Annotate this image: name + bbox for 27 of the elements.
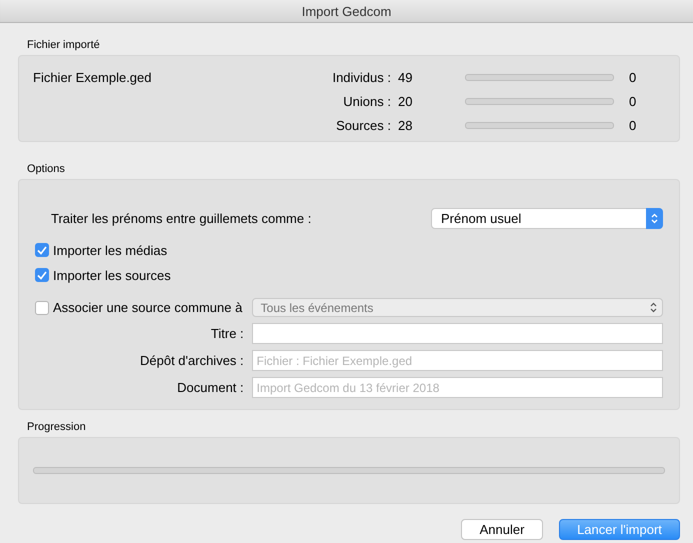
stat-total: 20 [398, 94, 414, 109]
file-name: Fichier Exemple.ged [33, 70, 152, 87]
section-heading: Progression [27, 420, 86, 434]
popup-button: Tous les événements [252, 298, 663, 317]
stat-label: Unions : [342, 94, 391, 109]
popup-button[interactable]: Prénom usuel [431, 208, 663, 229]
stat-total: 28 [398, 118, 414, 133]
stat-count: 0 [629, 94, 636, 109]
stat-label: Sources : [335, 118, 391, 133]
stepper-icon [646, 208, 663, 229]
field-label: Titre : [210, 326, 244, 341]
section-heading: Fichier importé [27, 38, 100, 52]
text-field[interactable] [252, 323, 663, 344]
field-label: Dépôt d'archives : [139, 353, 244, 368]
stat-label: Individus : [331, 70, 391, 85]
stat-count: 0 [629, 70, 636, 85]
section-heading: Options [27, 162, 65, 176]
window-title: Import Gedcom [302, 4, 392, 18]
stat-total: 49 [398, 70, 414, 85]
cancel-button[interactable]: Annuler [461, 519, 543, 540]
checkbox-label[interactable]: Importer les sources [53, 268, 171, 282]
stat-count: 0 [629, 118, 636, 133]
checkbox[interactable] [35, 243, 49, 257]
option-label: Traiter les prénoms entre guillemets comme : [51, 211, 312, 226]
field-label: Document : [176, 380, 244, 395]
checkbox-label[interactable]: Importer les médias [53, 242, 168, 258]
checkbox[interactable] [35, 268, 49, 282]
